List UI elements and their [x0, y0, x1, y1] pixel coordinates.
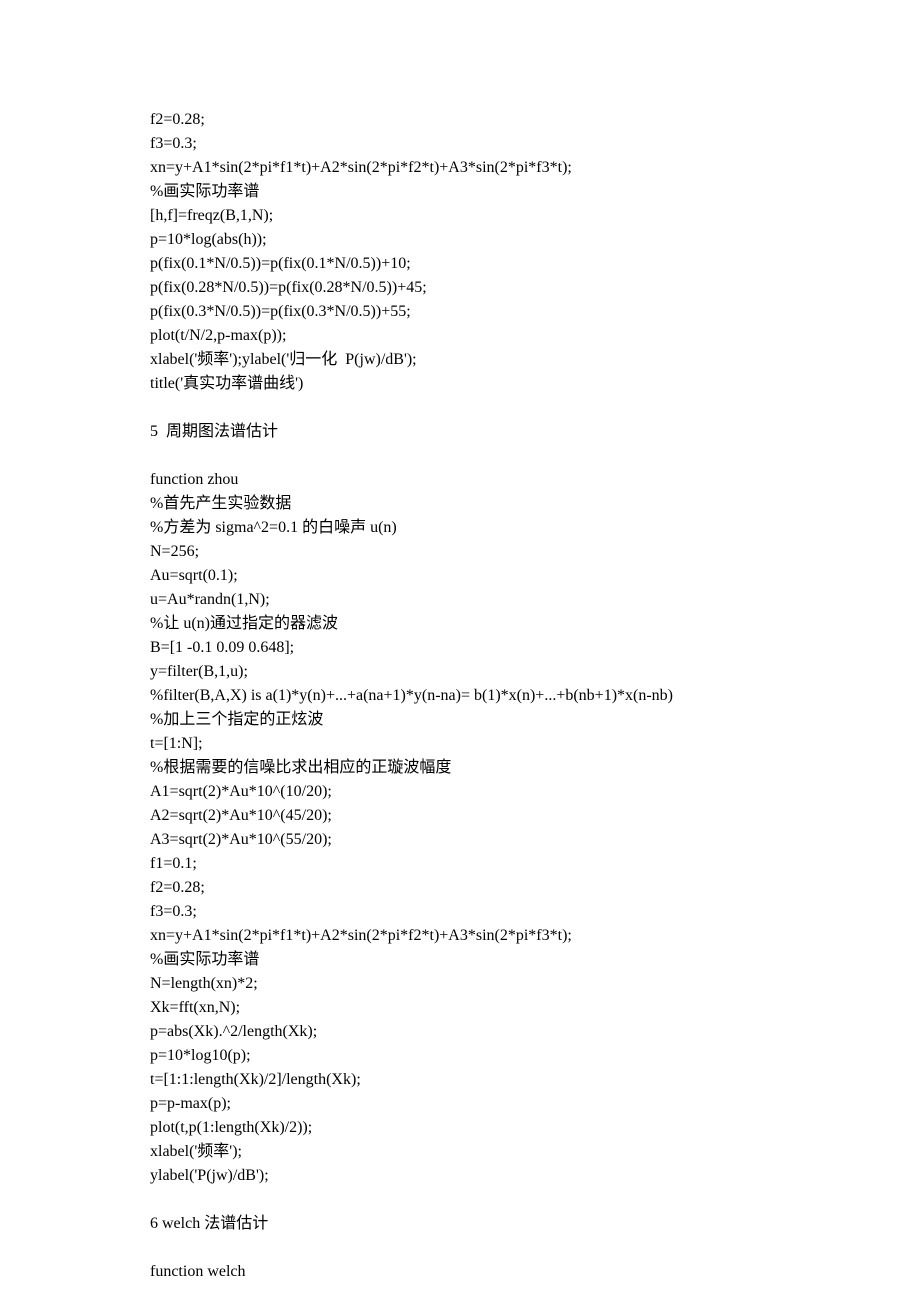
- code-line: %画实际功率谱: [150, 180, 770, 204]
- code-line: f2=0.28;: [150, 108, 770, 132]
- code-line: A2=sqrt(2)*Au*10^(45/20);: [150, 804, 770, 828]
- code-line: Au=sqrt(0.1);: [150, 564, 770, 588]
- code-line: plot(t,p(1:length(Xk)/2));: [150, 1116, 770, 1140]
- code-line: ylabel('P(jw)/dB');: [150, 1164, 770, 1188]
- code-line: t=[1:1:length(Xk)/2]/length(Xk);: [150, 1068, 770, 1092]
- code-line: title('真实功率谱曲线'): [150, 372, 770, 396]
- code-line: f3=0.3;: [150, 132, 770, 156]
- code-line: %首先产生实验数据: [150, 492, 770, 516]
- code-line: t=[1:N];: [150, 732, 770, 756]
- document-page: f2=0.28; f3=0.3; xn=y+A1*sin(2*pi*f1*t)+…: [0, 0, 920, 1302]
- code-line: A1=sqrt(2)*Au*10^(10/20);: [150, 780, 770, 804]
- code-line: p(fix(0.28*N/0.5))=p(fix(0.28*N/0.5))+45…: [150, 276, 770, 300]
- code-line: p=abs(Xk).^2/length(Xk);: [150, 1020, 770, 1044]
- code-line: p=p-max(p);: [150, 1092, 770, 1116]
- code-line: xlabel('频率');: [150, 1140, 770, 1164]
- code-line: %filter(B,A,X) is a(1)*y(n)+...+a(na+1)*…: [150, 684, 770, 708]
- code-line: %画实际功率谱: [150, 948, 770, 972]
- code-line: [h,f]=freqz(B,1,N);: [150, 204, 770, 228]
- code-line: f3=0.3;: [150, 900, 770, 924]
- code-line: Xk=fft(xn,N);: [150, 996, 770, 1020]
- code-line: xlabel('频率');ylabel('归一化 P(jw)/dB');: [150, 348, 770, 372]
- blank-line: [150, 396, 770, 420]
- code-line: %加上三个指定的正炫波: [150, 708, 770, 732]
- section-heading-5: 5 周期图法谱估计: [150, 420, 770, 444]
- code-line: u=Au*randn(1,N);: [150, 588, 770, 612]
- code-line: N=256;: [150, 540, 770, 564]
- code-line: A3=sqrt(2)*Au*10^(55/20);: [150, 828, 770, 852]
- code-line: function zhou: [150, 468, 770, 492]
- code-line: %方差为 sigma^2=0.1 的白噪声 u(n): [150, 516, 770, 540]
- section-heading-6: 6 welch 法谱估计: [150, 1212, 770, 1236]
- code-line: N=length(xn)*2;: [150, 972, 770, 996]
- code-line: B=[1 -0.1 0.09 0.648];: [150, 636, 770, 660]
- code-line: p=10*log10(p);: [150, 1044, 770, 1068]
- blank-line: [150, 444, 770, 468]
- code-line: xn=y+A1*sin(2*pi*f1*t)+A2*sin(2*pi*f2*t)…: [150, 156, 770, 180]
- code-line: p(fix(0.1*N/0.5))=p(fix(0.1*N/0.5))+10;: [150, 252, 770, 276]
- blank-line: [150, 1236, 770, 1260]
- code-line: f1=0.1;: [150, 852, 770, 876]
- code-line: xn=y+A1*sin(2*pi*f1*t)+A2*sin(2*pi*f2*t)…: [150, 924, 770, 948]
- code-line: function welch: [150, 1260, 770, 1284]
- code-line: plot(t/N/2,p-max(p));: [150, 324, 770, 348]
- code-line: p=10*log(abs(h));: [150, 228, 770, 252]
- code-line: %让 u(n)通过指定的器滤波: [150, 612, 770, 636]
- code-line: %根据需要的信噪比求出相应的正璇波幅度: [150, 756, 770, 780]
- code-line: y=filter(B,1,u);: [150, 660, 770, 684]
- code-line: p(fix(0.3*N/0.5))=p(fix(0.3*N/0.5))+55;: [150, 300, 770, 324]
- blank-line: [150, 1188, 770, 1212]
- code-line: f2=0.28;: [150, 876, 770, 900]
